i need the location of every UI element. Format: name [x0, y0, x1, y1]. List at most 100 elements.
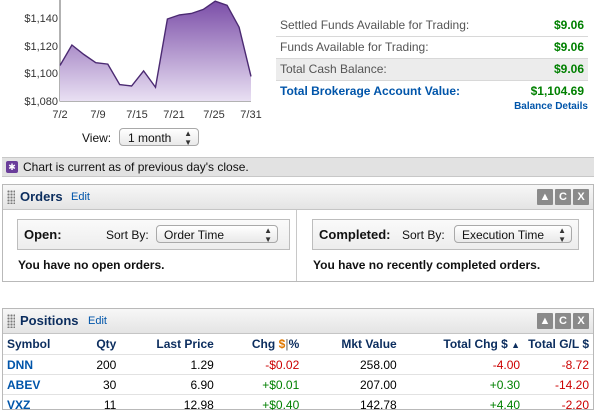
- account-overview: $1,140 $1,120 $1,100 $1,080 7/2 7/9 7/15 7/21 7…: [0, 0, 596, 157]
- drag-handle-icon[interactable]: [7, 190, 15, 204]
- open-sort-label: Sort By:: [106, 228, 149, 242]
- position-mkt-value: 258.00: [303, 355, 400, 375]
- x-tick-label: 7/25: [203, 109, 224, 121]
- chart-notice-text: Chart is current as of previous day's cl…: [23, 158, 249, 176]
- position-last-price: 12.98: [120, 395, 217, 414]
- position-qty: 30: [63, 375, 121, 395]
- refresh-icon[interactable]: C: [555, 189, 571, 205]
- open-orders-toolbar: Open: Sort By: Order Time ▲▼: [17, 219, 290, 250]
- orders-window-buttons: ▲CX: [535, 189, 589, 205]
- position-total-gl: -14.20: [524, 375, 593, 395]
- col-chg[interactable]: Chg $|%: [218, 334, 303, 355]
- refresh-icon[interactable]: C: [555, 313, 571, 329]
- positions-title: Positions: [20, 313, 79, 328]
- positions-header-row: Symbol Qty Last Price Chg $|% Mkt Value …: [3, 334, 593, 355]
- select-arrows-icon: ▲▼: [264, 226, 272, 244]
- chart-info-icon: ✱: [6, 161, 18, 173]
- table-row: DNN 200 1.29 -$0.02 258.00 -4.00 -8.72: [3, 355, 593, 375]
- select-arrows-icon: ▲▼: [558, 226, 566, 244]
- total-account-value: $1,104.69: [531, 81, 584, 102]
- funds-summary: Settled Funds Available for Trading: $9.…: [276, 15, 588, 102]
- y-tick-label: $1,140: [24, 13, 58, 25]
- position-total-gl: -8.72: [524, 355, 593, 375]
- orders-header: Orders Edit ▲CX: [3, 185, 593, 210]
- completed-orders-message: You have no recently completed orders.: [313, 258, 540, 272]
- col-qty[interactable]: Qty: [63, 334, 121, 355]
- x-tick-label: 7/2: [52, 109, 67, 121]
- positions-table: Symbol Qty Last Price Chg $|% Mkt Value …: [3, 334, 593, 414]
- cash-balance-row: Total Cash Balance: $9.06: [276, 59, 588, 81]
- completed-sort-value: Execution Time: [462, 228, 544, 242]
- col-chg-label: Chg: [252, 337, 275, 351]
- x-tick-label: 7/21: [163, 109, 184, 121]
- position-total-chg: -4.00: [401, 355, 524, 375]
- positions-panel: Positions Edit ▲CX Symbol Qty Last Price…: [2, 308, 594, 410]
- sort-ascending-icon: ▲: [511, 340, 520, 350]
- x-tick-label: 7/9: [90, 109, 105, 121]
- completed-sort-select[interactable]: Execution Time ▲▼: [454, 225, 572, 243]
- settled-funds-row: Settled Funds Available for Trading: $9.…: [276, 15, 588, 37]
- view-label: View:: [82, 131, 111, 145]
- y-tick-label: $1,100: [24, 68, 58, 80]
- view-period-select[interactable]: 1 month ▲▼: [119, 128, 199, 146]
- position-symbol[interactable]: DNN: [3, 355, 63, 375]
- completed-orders-section: Completed: Sort By: Execution Time ▲▼ Yo…: [297, 210, 593, 281]
- select-arrows-icon: ▲▼: [184, 129, 192, 147]
- position-symbol[interactable]: ABEV: [3, 375, 63, 395]
- collapse-icon[interactable]: ▲: [537, 313, 553, 329]
- total-account-value-row: Total Brokerage Account Value: $1,104.69: [276, 81, 588, 102]
- table-row: VXZ 11 12.98 +$0.40 142.78 +4.40 -2.20: [3, 395, 593, 414]
- position-total-chg: +0.30: [401, 375, 524, 395]
- available-funds-value: $9.06: [554, 37, 584, 58]
- position-symbol[interactable]: VXZ: [3, 395, 63, 414]
- collapse-icon[interactable]: ▲: [537, 189, 553, 205]
- position-chg: +$0.40: [218, 395, 303, 414]
- position-qty: 11: [63, 395, 121, 414]
- orders-title: Orders: [20, 189, 63, 204]
- open-orders-section: Open: Sort By: Order Time ▲▼ You have no…: [3, 210, 297, 281]
- x-tick-label: 7/31: [240, 109, 261, 121]
- position-total-gl: -2.20: [524, 395, 593, 414]
- positions-window-buttons: ▲CX: [535, 313, 589, 329]
- position-total-chg: +4.40: [401, 395, 524, 414]
- col-mkt-value[interactable]: Mkt Value: [303, 334, 400, 355]
- settled-funds-value: $9.06: [554, 15, 584, 36]
- position-chg: -$0.02: [218, 355, 303, 375]
- close-icon[interactable]: X: [573, 313, 589, 329]
- col-total-chg[interactable]: Total Chg $ ▲: [401, 334, 524, 355]
- chart-notice-bar: ✱ Chart is current as of previous day's …: [2, 157, 594, 177]
- col-total-gl[interactable]: Total G/L $: [524, 334, 593, 355]
- completed-sort-label: Sort By:: [402, 228, 445, 242]
- y-tick-label: $1,080: [24, 96, 58, 108]
- position-chg: +$0.01: [218, 375, 303, 395]
- close-icon[interactable]: X: [573, 189, 589, 205]
- total-account-value-label: Total Brokerage Account Value:: [280, 81, 460, 102]
- cash-balance-label: Total Cash Balance:: [280, 59, 387, 80]
- settled-funds-label: Settled Funds Available for Trading:: [280, 15, 469, 36]
- orders-panel: Orders Edit ▲CX Open: Sort By: Order Tim…: [2, 184, 594, 282]
- position-mkt-value: 142.78: [303, 395, 400, 414]
- position-last-price: 1.29: [120, 355, 217, 375]
- x-tick-label: 7/15: [126, 109, 147, 121]
- drag-handle-icon[interactable]: [7, 314, 15, 328]
- col-total-chg-label: Total Chg $: [443, 337, 507, 351]
- view-period-value: 1 month: [128, 131, 171, 145]
- available-funds-row: Funds Available for Trading: $9.06: [276, 37, 588, 59]
- col-last-price[interactable]: Last Price: [120, 334, 217, 355]
- completed-orders-toolbar: Completed: Sort By: Execution Time ▲▼: [312, 219, 579, 250]
- positions-header: Positions Edit ▲CX: [3, 309, 593, 334]
- position-mkt-value: 207.00: [303, 375, 400, 395]
- orders-edit-link[interactable]: Edit: [71, 191, 90, 203]
- col-symbol[interactable]: Symbol: [3, 334, 63, 355]
- col-chg-percent[interactable]: %: [289, 337, 300, 351]
- positions-edit-link[interactable]: Edit: [88, 315, 107, 327]
- available-funds-label: Funds Available for Trading:: [280, 37, 429, 58]
- account-value-chart: $1,140 $1,120 $1,100 $1,080 7/2 7/9 7/15 7/21 7…: [0, 0, 270, 157]
- position-last-price: 6.90: [120, 375, 217, 395]
- y-tick-label: $1,120: [24, 41, 58, 53]
- open-sort-value: Order Time: [164, 228, 224, 242]
- position-qty: 200: [63, 355, 121, 375]
- balance-details-link[interactable]: Balance Details: [514, 101, 588, 112]
- open-sort-select[interactable]: Order Time ▲▼: [156, 225, 278, 243]
- completed-orders-title: Completed:: [319, 227, 391, 242]
